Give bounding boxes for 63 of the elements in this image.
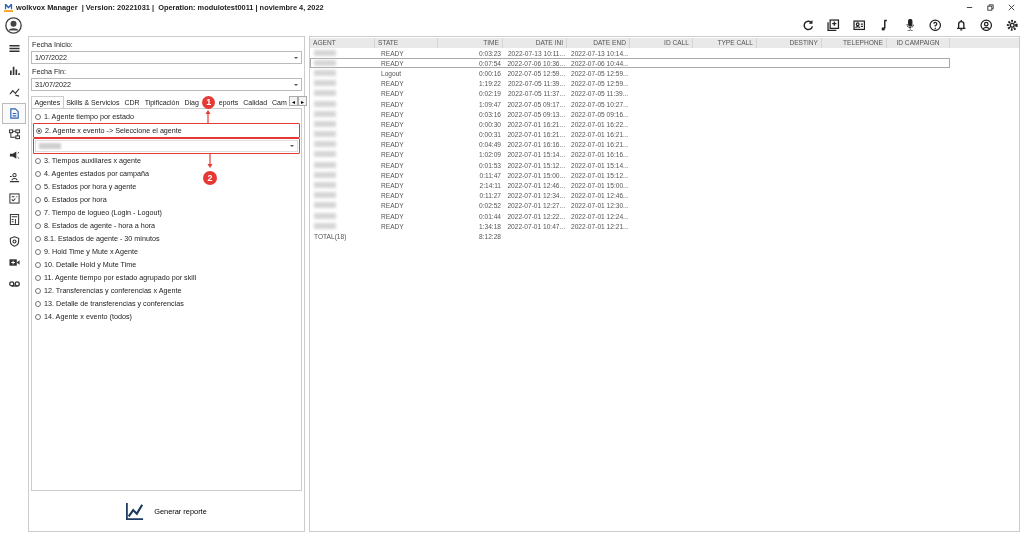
radio-button[interactable]	[35, 261, 41, 268]
trend-chart-icon[interactable]	[8, 86, 20, 98]
redacted-text	[314, 110, 336, 117]
redacted-text	[314, 49, 336, 56]
checklist-icon[interactable]	[8, 192, 20, 204]
radio-button[interactable]	[36, 127, 42, 134]
avatar-icon[interactable]	[5, 16, 22, 34]
refresh-icon[interactable]	[801, 18, 814, 32]
bookmark-icon[interactable]	[827, 18, 840, 32]
redacted-text	[314, 59, 336, 66]
annotation-marker: 2	[203, 171, 217, 185]
dropdown-icon	[294, 83, 298, 86]
app-logo-icon	[4, 2, 13, 12]
redacted-text	[314, 141, 336, 148]
radio-button[interactable]	[35, 300, 41, 307]
microphone-icon[interactable]	[903, 18, 916, 32]
line-chart-icon	[126, 502, 145, 520]
bar-chart-icon[interactable]	[8, 65, 20, 77]
redacted-text	[314, 182, 336, 189]
flow-diagram-icon[interactable]	[8, 129, 20, 141]
radio-button[interactable]	[35, 235, 41, 242]
redacted-text	[314, 131, 336, 138]
settings-icon[interactable]	[1005, 18, 1018, 32]
bell-icon[interactable]	[954, 18, 967, 32]
contact-card-icon[interactable]	[852, 18, 865, 32]
redacted-text	[314, 222, 336, 229]
redacted-text	[314, 192, 336, 199]
users-icon[interactable]	[8, 171, 20, 183]
annotation-marker: 1	[202, 95, 216, 109]
radio-button[interactable]	[35, 248, 41, 255]
radio-button[interactable]	[35, 157, 41, 164]
redacted-text	[314, 90, 336, 97]
redacted-text	[314, 161, 336, 168]
radio-button[interactable]	[35, 209, 41, 216]
radio-button[interactable]	[35, 274, 41, 281]
radio-button[interactable]	[35, 222, 41, 229]
calculator-icon[interactable]	[8, 214, 20, 226]
restore-icon[interactable]	[986, 2, 995, 12]
user-icon[interactable]	[980, 18, 993, 32]
redacted-text	[314, 80, 336, 87]
redacted-text	[314, 69, 336, 76]
radio-button[interactable]	[35, 113, 41, 120]
redacted-text	[314, 171, 336, 178]
radio-button[interactable]	[35, 183, 41, 190]
radio-button[interactable]	[35, 196, 41, 203]
radio-button[interactable]	[35, 313, 41, 320]
redacted-text	[314, 151, 336, 158]
radio-button[interactable]	[35, 170, 41, 177]
voicemail-icon[interactable]	[8, 278, 20, 290]
dropdown-icon	[294, 56, 298, 59]
redacted-text	[314, 120, 336, 127]
shield-icon[interactable]	[8, 235, 20, 247]
megaphone-icon[interactable]	[8, 150, 20, 162]
video-icon[interactable]	[8, 256, 20, 268]
redacted-text	[39, 143, 61, 149]
radio-button[interactable]	[35, 287, 41, 294]
help-icon[interactable]	[929, 18, 942, 32]
document-icon[interactable]	[8, 107, 20, 119]
redacted-text	[314, 202, 336, 209]
menu-icon[interactable]	[8, 42, 20, 54]
redacted-text	[314, 212, 336, 219]
close-icon[interactable]	[1007, 2, 1016, 12]
redacted-text	[314, 100, 336, 107]
